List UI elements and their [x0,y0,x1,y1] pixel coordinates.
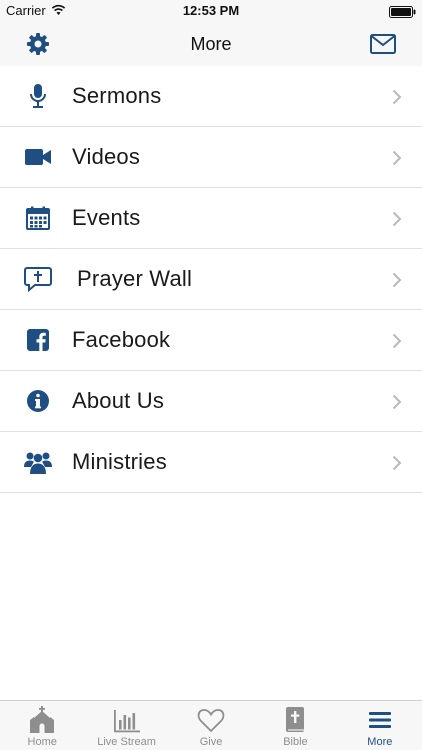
tab-label: Bible [283,736,308,748]
info-icon [23,388,53,414]
group-icon [23,449,53,475]
navigation-bar: More [0,22,422,66]
more-menu-list: Sermons Videos Events Prayer Wall Facebo… [0,66,422,493]
church-icon [28,706,56,734]
tab-label: Home [27,736,57,748]
tab-bible[interactable]: Bible [253,701,337,750]
page-title: More [190,34,232,54]
tab-label: Give [199,736,223,748]
menu-item-label: About Us [72,388,165,413]
chevron-right-icon [392,272,402,288]
chevron-right-icon [392,150,402,166]
microphone-icon [23,83,53,109]
tab-home[interactable]: Home [0,701,84,750]
menu-item-sermons[interactable]: Sermons [0,66,422,127]
mail-icon[interactable] [370,34,396,54]
chevron-right-icon [392,211,402,227]
menu-item-label: Facebook [72,327,171,352]
menu-item-facebook[interactable]: Facebook [0,310,422,371]
video-camera-icon [23,144,53,170]
tab-give[interactable]: Give [169,701,253,750]
tab-label: Live Stream [97,736,156,748]
tab-more[interactable]: More [338,701,422,750]
menu-item-about-us[interactable]: About Us [0,371,422,432]
status-time: 12:53 PM [182,3,240,18]
menu-item-videos[interactable]: Videos [0,127,422,188]
chevron-right-icon [392,333,402,349]
chevron-right-icon [392,89,402,105]
menu-item-label: Prayer Wall [77,266,193,291]
status-bar: Carrier 12:53 PM [0,0,422,22]
menu-item-label: Sermons [72,83,162,108]
menu-item-label: Events [72,205,141,230]
tab-label: More [367,736,393,748]
tab-live-stream[interactable]: Live Stream [84,701,168,750]
calendar-icon [23,205,53,231]
chevron-right-icon [392,455,402,471]
facebook-icon [23,327,53,353]
menu-item-label: Ministries [72,449,167,474]
menu-item-prayer-wall[interactable]: Prayer Wall [0,249,422,310]
chevron-right-icon [392,394,402,410]
prayer-bubble-icon [23,266,53,292]
bar-chart-icon [113,706,141,734]
battery-icon [389,5,416,23]
heart-icon [197,706,225,734]
menu-icon [366,706,394,734]
tab-bar: Home Live Stream Give Bible More [0,700,422,750]
bible-icon [281,706,309,734]
menu-item-events[interactable]: Events [0,188,422,249]
menu-item-ministries[interactable]: Ministries [0,432,422,493]
menu-item-label: Videos [72,144,141,169]
